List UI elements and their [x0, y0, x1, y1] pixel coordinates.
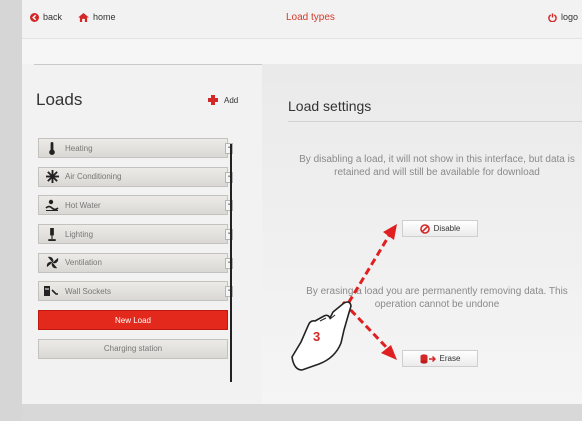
arrow-to-erase	[341, 300, 397, 360]
arrow-to-disable	[341, 224, 397, 313]
step-number: 3	[313, 329, 320, 344]
app-frame: back home Load types logo Loads Add Heat…	[0, 0, 582, 421]
tutorial-annotation: 3	[291, 224, 397, 371]
pointing-hand-icon	[291, 301, 352, 371]
